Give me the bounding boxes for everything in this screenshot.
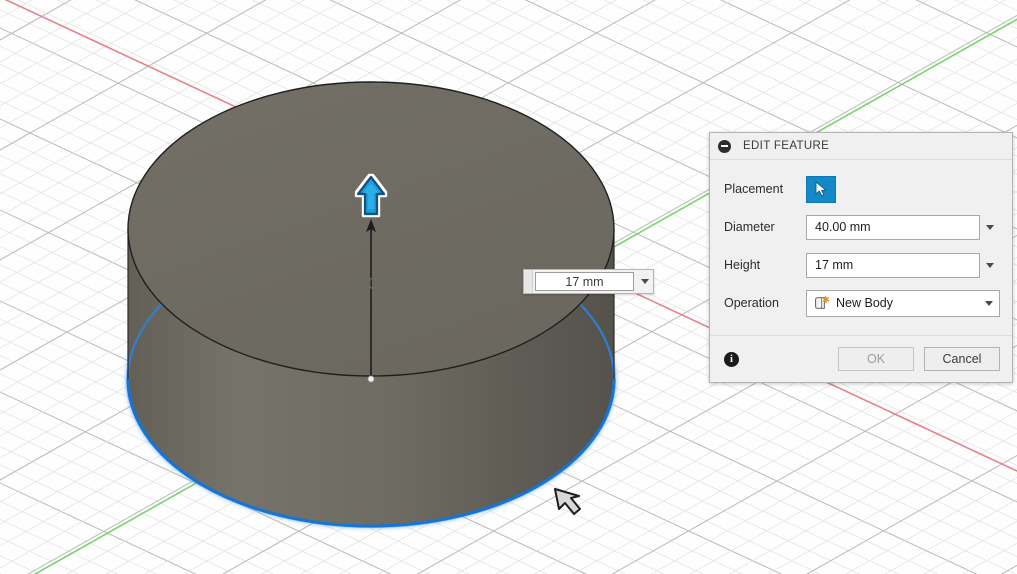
dialog-body: Placement Diameter 40.00 mm Height 17 mm… — [710, 160, 1012, 322]
chevron-down-icon[interactable] — [980, 215, 1000, 240]
diameter-field-wrap: 40.00 mm — [806, 214, 1000, 240]
row-operation: Operation New Body — [710, 284, 1012, 322]
operation-label: Operation — [724, 296, 779, 310]
new-body-icon — [815, 295, 830, 309]
placement-label: Placement — [724, 182, 784, 196]
floating-height-value[interactable]: 17 mm — [535, 272, 634, 291]
chevron-down-icon[interactable] — [636, 270, 653, 293]
drag-cursor-icon — [554, 488, 581, 515]
dialog-footer: i OK Cancel — [710, 335, 1012, 382]
page-title: EDIT FEATURE — [743, 140, 830, 152]
chevron-down-icon[interactable] — [980, 253, 1000, 278]
height-input[interactable]: 17 mm — [806, 252, 980, 278]
drag-grip-icon[interactable] — [524, 270, 533, 293]
height-field-wrap: 17 mm — [806, 252, 1000, 278]
operation-select[interactable]: New Body — [806, 289, 1000, 317]
origin-point-icon — [367, 375, 375, 383]
edit-feature-dialog[interactable]: EDIT FEATURE Placement Diameter 40.00 mm — [709, 132, 1013, 383]
info-icon[interactable]: i — [724, 351, 739, 367]
cursor-select-icon[interactable] — [806, 175, 836, 203]
diameter-input[interactable]: 40.00 mm — [806, 214, 980, 240]
ok-button[interactable]: OK — [838, 347, 914, 371]
dialog-titlebar[interactable]: EDIT FEATURE — [710, 133, 1012, 160]
fusion-viewport-app: 17.00 17 mm EDIT FEATURE Placement Diame… — [0, 0, 1017, 574]
height-dimension-label: 17.00 — [343, 274, 389, 293]
floating-height-input[interactable]: 17 mm — [523, 269, 654, 294]
cancel-button[interactable]: Cancel — [924, 347, 1000, 371]
diameter-label: Diameter — [724, 220, 775, 234]
cursor-arrow-glyph — [815, 181, 826, 197]
row-height: Height 17 mm — [710, 246, 1012, 284]
chevron-down-icon[interactable] — [985, 300, 993, 306]
height-label: Height — [724, 258, 761, 272]
collapse-minus-icon[interactable] — [718, 139, 731, 153]
operation-value: New Body — [836, 296, 893, 310]
row-diameter: Diameter 40.00 mm — [710, 208, 1012, 246]
row-placement: Placement — [710, 170, 1012, 208]
